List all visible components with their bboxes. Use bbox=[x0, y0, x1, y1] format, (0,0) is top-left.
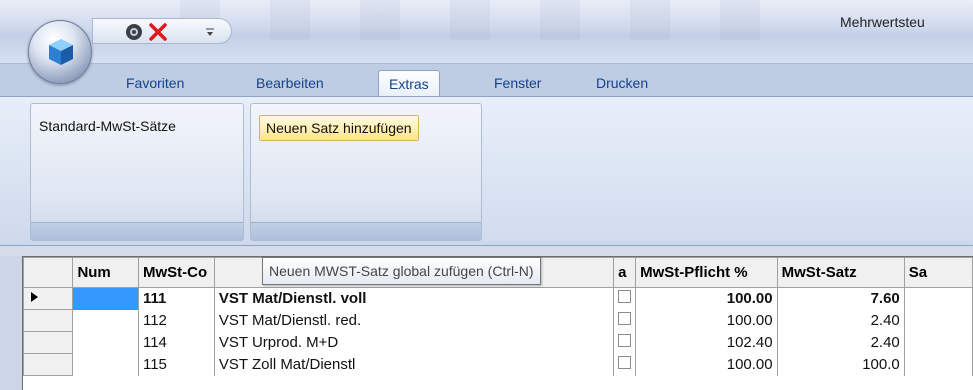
tab-drucken[interactable]: Drucken bbox=[586, 70, 658, 98]
cell-flag[interactable] bbox=[613, 353, 637, 376]
help-icon[interactable] bbox=[123, 21, 145, 43]
cell-pflicht[interactable]: 100.00 bbox=[635, 353, 778, 376]
window-title: Mehrwertsteu bbox=[840, 14, 925, 30]
checkbox[interactable] bbox=[618, 290, 632, 304]
col-header-num[interactable]: Num bbox=[72, 257, 139, 288]
title-bar-background bbox=[180, 0, 800, 40]
table-row[interactable]: 115 VST Zoll Mat/Dienstl 100.00 100.0 bbox=[22, 353, 973, 376]
row-selector[interactable] bbox=[22, 331, 74, 354]
cell-flag[interactable] bbox=[613, 309, 637, 332]
ribbon-tabs: Favoriten Bearbeiten Extras Fenster Druc… bbox=[0, 64, 973, 100]
table-row[interactable]: 114 VST Urprod. M+D 102.40 2.40 bbox=[22, 331, 973, 354]
standard-rates-label[interactable]: Standard-MwSt-Sätze bbox=[39, 118, 176, 134]
row-selector[interactable] bbox=[22, 287, 74, 310]
cell-pflicht[interactable]: 102.40 bbox=[635, 331, 778, 354]
cell-satz[interactable]: 100.0 bbox=[776, 353, 905, 376]
cell-desc[interactable]: VST Urprod. M+D bbox=[213, 331, 615, 354]
cell-pflicht[interactable]: 100.00 bbox=[635, 287, 778, 310]
dropdown-icon[interactable] bbox=[199, 21, 221, 43]
tab-fenster[interactable]: Fenster bbox=[484, 70, 551, 98]
window-left-border bbox=[0, 256, 22, 390]
cell-num[interactable] bbox=[72, 331, 139, 354]
cell-sa[interactable] bbox=[903, 353, 973, 376]
quick-access-toolbar bbox=[92, 18, 232, 44]
checkbox[interactable] bbox=[618, 356, 632, 369]
row-selector[interactable] bbox=[22, 309, 74, 332]
cell-desc[interactable]: VST Mat/Dienstl. red. bbox=[213, 309, 615, 332]
table-row[interactable]: 111 VST Mat/Dienstl. voll 100.00 7.60 bbox=[22, 287, 973, 310]
cell-sa[interactable] bbox=[903, 331, 973, 354]
cell-flag[interactable] bbox=[613, 331, 637, 354]
cell-code[interactable]: 112 bbox=[137, 309, 215, 332]
cell-code[interactable]: 115 bbox=[137, 353, 215, 376]
cell-sa[interactable] bbox=[903, 309, 973, 332]
col-header-sa[interactable]: Sa bbox=[903, 257, 973, 288]
office-button[interactable] bbox=[28, 20, 92, 84]
cell-flag[interactable] bbox=[613, 287, 637, 310]
checkbox[interactable] bbox=[618, 334, 632, 347]
ribbon-empty-area bbox=[482, 103, 973, 241]
ribbon-group-standard: Standard-MwSt-Sätze bbox=[30, 103, 244, 241]
ribbon-group-footer bbox=[31, 222, 243, 240]
ribbon-group-footer bbox=[251, 222, 481, 240]
close-icon[interactable] bbox=[147, 21, 169, 43]
col-header-flag[interactable]: a bbox=[613, 257, 637, 288]
ribbon-group-add: Neuen Satz hinzufügen bbox=[250, 103, 482, 241]
cell-sa[interactable] bbox=[903, 287, 973, 310]
cell-pflicht[interactable]: 100.00 bbox=[635, 309, 778, 332]
table-row[interactable]: 112 VST Mat/Dienstl. red. 100.00 2.40 bbox=[22, 309, 973, 332]
row-selector[interactable] bbox=[22, 353, 74, 376]
col-header-code[interactable]: MwSt-Co bbox=[137, 257, 215, 288]
ribbon: Standard-MwSt-Sätze Neuen Satz hinzufüge… bbox=[0, 96, 973, 246]
tab-bearbeiten[interactable]: Bearbeiten bbox=[246, 70, 334, 98]
cell-satz[interactable]: 2.40 bbox=[776, 331, 905, 354]
cell-num[interactable] bbox=[72, 353, 139, 376]
col-header-pflicht[interactable]: MwSt-Pflicht % bbox=[635, 257, 778, 288]
cell-num[interactable] bbox=[72, 309, 139, 332]
cell-satz[interactable]: 2.40 bbox=[776, 309, 905, 332]
row-selector-header bbox=[22, 257, 74, 288]
checkbox[interactable] bbox=[618, 312, 632, 325]
cell-desc[interactable]: VST Zoll Mat/Dienstl bbox=[213, 353, 615, 376]
add-rate-tooltip: Neuen MWST-Satz global zufügen (Ctrl-N) bbox=[262, 257, 541, 285]
add-rate-button[interactable]: Neuen Satz hinzufügen bbox=[259, 115, 419, 141]
cell-code[interactable]: 111 bbox=[137, 287, 215, 310]
cell-satz[interactable]: 7.60 bbox=[776, 287, 905, 310]
cell-num[interactable] bbox=[72, 287, 139, 310]
current-row-icon bbox=[31, 292, 38, 302]
tab-favoriten[interactable]: Favoriten bbox=[116, 70, 194, 98]
col-header-satz[interactable]: MwSt-Satz bbox=[776, 257, 905, 288]
app-cube-icon bbox=[49, 39, 73, 65]
cell-desc[interactable]: VST Mat/Dienstl. voll bbox=[213, 287, 615, 310]
cell-code[interactable]: 114 bbox=[137, 331, 215, 354]
